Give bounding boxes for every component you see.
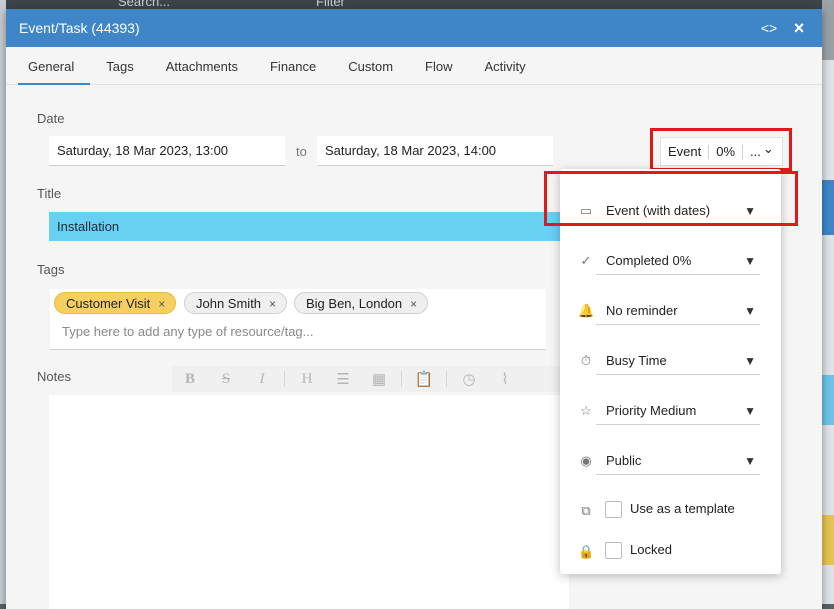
options-dropdown: ▭ Event (with dates) ▼ ✓ Completed 0% ▼ 🔔 … [560, 169, 781, 574]
background-right-edge [822, 0, 834, 604]
reminder-select[interactable]: No reminder ▼ [596, 297, 760, 325]
tag-chip-label: Big Ben, London [306, 296, 403, 311]
toolbar-divider [446, 371, 447, 387]
toolbar-divider [284, 371, 285, 387]
chevron-down-icon: ▼ [744, 454, 756, 468]
tab-finance[interactable]: Finance [254, 47, 332, 84]
tab-flow[interactable]: Flow [409, 47, 468, 84]
dropdown-item-busy[interactable]: ⏱ Busy Time ▼ [560, 341, 781, 381]
background-filter-text: Filter [316, 0, 345, 9]
remove-tag-icon[interactable]: × [158, 297, 165, 311]
bell-icon: 🔔 [578, 303, 595, 318]
template-checkbox[interactable] [605, 501, 622, 518]
remove-tag-icon[interactable]: × [410, 297, 417, 311]
event-task-dialog: Event/Task (44393) <> × General Tags Att… [6, 9, 822, 609]
tab-activity[interactable]: Activity [468, 47, 541, 84]
dialog-titlebar: Event/Task (44393) <> × [6, 9, 822, 47]
heading-icon[interactable]: H [289, 371, 325, 388]
chevron-down-icon: ▼ [744, 354, 756, 368]
dialog-tabs: General Tags Attachments Finance Custom … [6, 47, 822, 85]
title-input[interactable]: Installation [49, 212, 569, 241]
tag-chip-big-ben-london[interactable]: Big Ben, London × [294, 292, 429, 314]
tab-custom[interactable]: Custom [332, 47, 409, 84]
list-icon[interactable]: ☰ [325, 370, 361, 388]
clock-icon[interactable]: ◷ [451, 370, 487, 388]
busy-value: Busy Time [606, 353, 667, 368]
tags-input-box[interactable]: Customer Visit × John Smith × Big Ben, Lon… [50, 289, 546, 350]
start-date-field[interactable]: Saturday, 18 Mar 2023, 13:00 [49, 136, 285, 166]
stopwatch-icon: ⏱ [580, 353, 592, 368]
eye-icon: ◉ [580, 453, 592, 468]
highlight-box-type [544, 171, 798, 226]
title-label: Title [37, 186, 62, 201]
notes-editor[interactable] [49, 395, 569, 609]
background-search-text: Search... [118, 0, 171, 9]
completion-value: Completed 0% [606, 253, 692, 268]
tags-placeholder[interactable]: Type here to add any type of resource/ta… [62, 324, 314, 339]
tab-tags[interactable]: Tags [90, 47, 149, 84]
dropdown-item-priority[interactable]: ☆ Priority Medium ▼ [560, 391, 781, 431]
chevron-down-icon: ▼ [744, 404, 756, 418]
tab-general[interactable]: General [12, 47, 91, 85]
star-icon: ☆ [580, 403, 592, 418]
visibility-value: Public [606, 453, 642, 468]
italic-icon[interactable]: I [244, 371, 280, 388]
priority-select[interactable]: Priority Medium ▼ [596, 397, 760, 425]
notes-toolbar: B S I H ☰ ▦ 📋 ◷ ⌇ [172, 366, 572, 392]
remove-tag-icon[interactable]: × [269, 297, 276, 311]
dropdown-item-completion[interactable]: ✓ Completed 0% ▼ [560, 241, 781, 281]
priority-value: Priority Medium [606, 403, 697, 418]
date-to-label: to [296, 144, 307, 159]
tab-attachments[interactable]: Attachments [150, 47, 254, 84]
dropdown-item-locked[interactable]: 🔒 Locked [560, 532, 781, 572]
paperclip-icon[interactable]: ⌇ [487, 370, 523, 388]
close-icon[interactable]: × [788, 18, 810, 39]
chevron-down-icon: ▼ [744, 304, 756, 318]
copy-icon: ⧉ [581, 503, 591, 518]
busy-select[interactable]: Busy Time ▼ [596, 347, 760, 375]
notes-label: Notes [37, 369, 71, 384]
code-icon[interactable]: <> [758, 20, 780, 36]
visibility-select[interactable]: Public ▼ [596, 447, 760, 475]
chevron-down-icon: ▼ [744, 254, 756, 268]
reminder-value: No reminder [606, 303, 678, 318]
grid-icon[interactable]: ▦ [361, 370, 397, 388]
locked-checkbox[interactable] [605, 542, 622, 559]
tag-chip-customer-visit[interactable]: Customer Visit × [54, 292, 177, 314]
dropdown-item-template[interactable]: ⧉ Use as a template [560, 491, 781, 531]
dropdown-item-visibility[interactable]: ◉ Public ▼ [560, 441, 781, 481]
tag-chip-john-smith[interactable]: John Smith × [184, 292, 288, 314]
toolbar-divider [401, 371, 402, 387]
locked-label: Locked [630, 542, 672, 557]
check-circle-icon: ✓ [580, 253, 592, 268]
tag-chip-label: Customer Visit [66, 296, 151, 311]
bold-icon[interactable]: B [172, 371, 208, 388]
clipboard-icon[interactable]: 📋 [406, 370, 442, 388]
tags-label: Tags [37, 262, 65, 277]
completion-select[interactable]: Completed 0% ▼ [596, 247, 760, 275]
end-date-field[interactable]: Saturday, 18 Mar 2023, 14:00 [317, 136, 553, 166]
template-label: Use as a template [630, 501, 735, 516]
date-label: Date [37, 111, 65, 126]
highlight-box-status [650, 128, 792, 171]
dropdown-item-reminder[interactable]: 🔔 No reminder ▼ [560, 291, 781, 331]
strikethrough-icon[interactable]: S [208, 371, 244, 388]
tag-chip-label: John Smith [196, 296, 262, 311]
dialog-title: Event/Task (44393) [19, 20, 140, 36]
lock-icon: 🔒 [578, 544, 595, 559]
